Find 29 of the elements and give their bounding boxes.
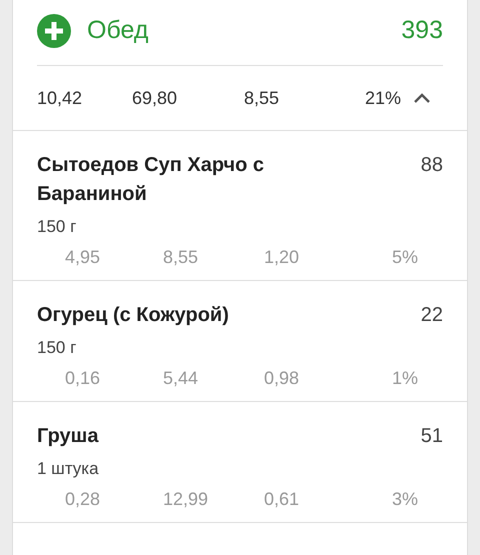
nutrient-value: 5,44 [163, 368, 200, 389]
food-calories: 88 [420, 153, 443, 178]
nutrient-value: 1,20 [264, 247, 300, 268]
portion-size: 150 г [37, 217, 78, 237]
food-name: Огурец (с Кожурой) [37, 303, 230, 328]
food-calories: 51 [420, 424, 443, 449]
nutrient-value: 0,16 [65, 368, 102, 389]
summary-value: 69,80 [132, 88, 178, 108]
nutrient-value: 0,61 [264, 489, 300, 510]
food-name: Сытоедов Суп Харчо с Бараниной [37, 153, 266, 207]
nutrient-value: 3% [392, 489, 418, 510]
portion-size: 150 г [37, 338, 78, 358]
summary-value: 8,55 [244, 88, 280, 108]
nutrient-value: 5% [392, 247, 418, 268]
nutrient-value: 12,99 [163, 489, 210, 510]
food-name: Груша [37, 424, 100, 449]
nutrient-value: 8,55 [163, 247, 200, 268]
meal-calories: 393 [401, 16, 443, 45]
nutrient-value: 0,98 [264, 368, 300, 389]
add-icon[interactable] [37, 14, 71, 48]
nutrient-value: 4,95 [65, 247, 102, 268]
nutrient-value: 0,28 [65, 489, 102, 510]
nutrient-value: 1% [392, 368, 418, 389]
summary-value: 21% [364, 88, 401, 108]
portion-size: 1 штука [37, 459, 100, 479]
food-calories: 22 [420, 303, 443, 328]
summary-value: 10,42 [37, 88, 84, 108]
meal-title: Обед [87, 16, 150, 45]
collapse-chevron-icon[interactable] [413, 92, 431, 104]
